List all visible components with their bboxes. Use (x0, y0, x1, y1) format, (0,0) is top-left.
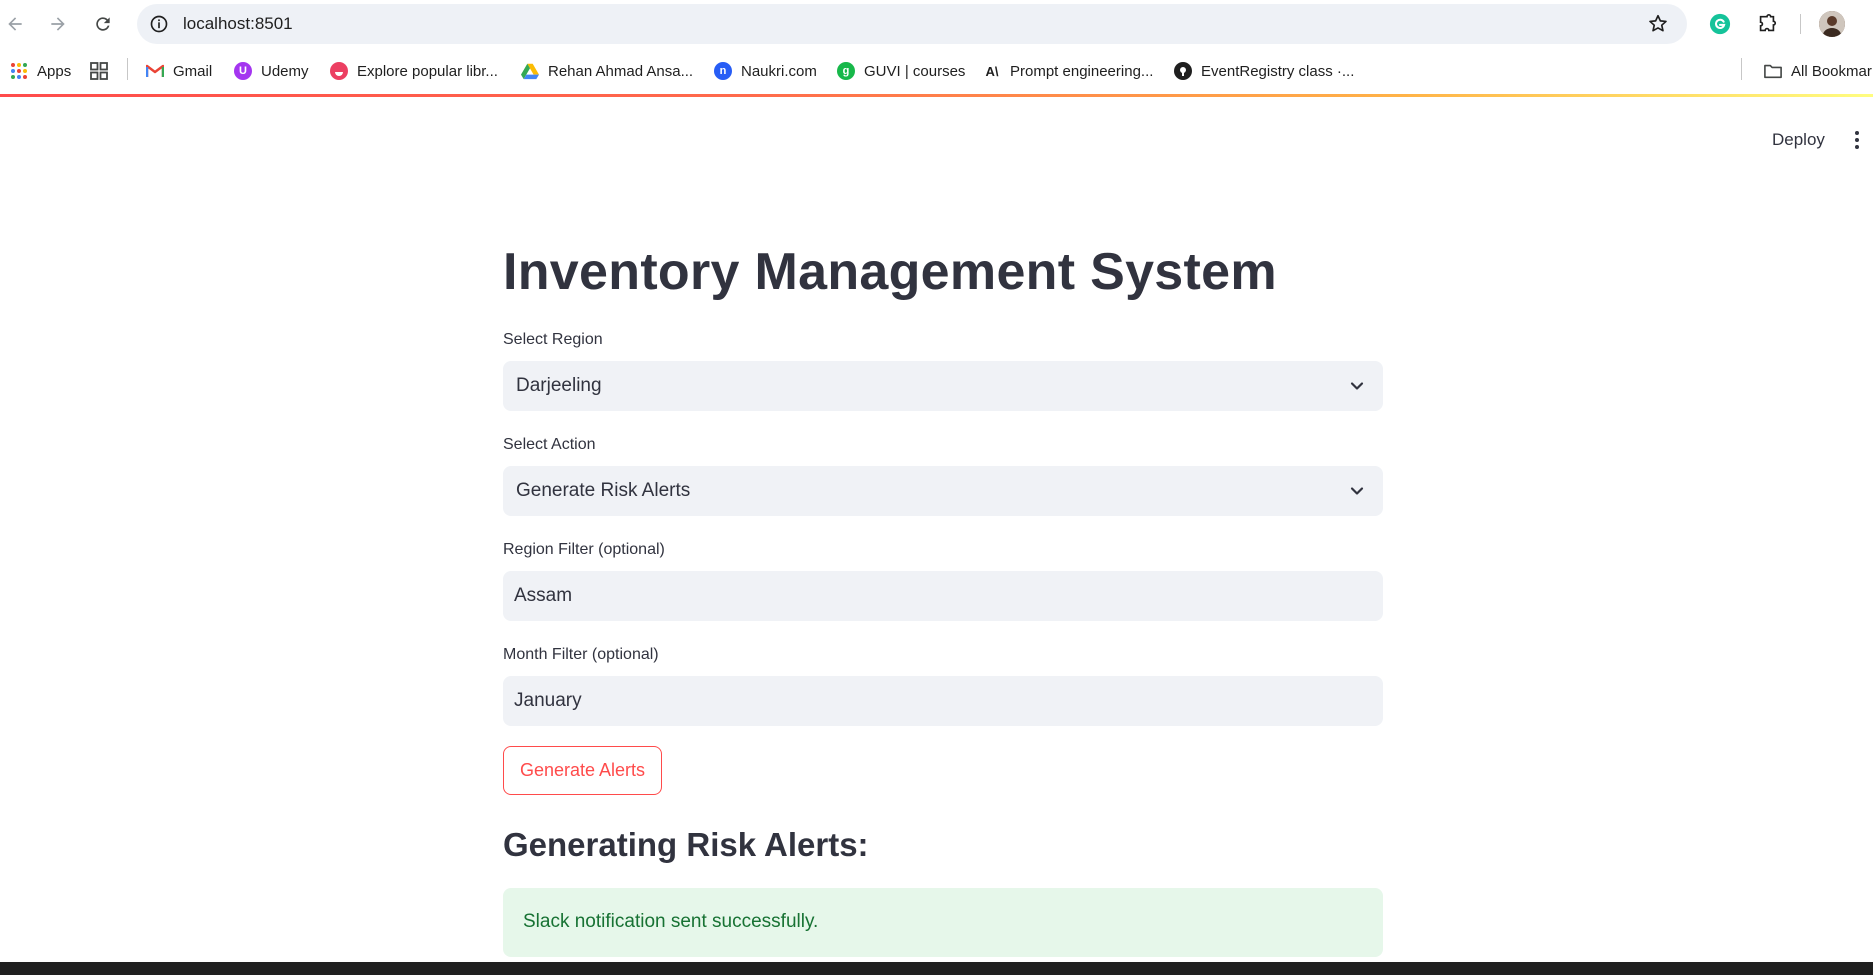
select-action-label: Select Action (503, 436, 596, 453)
region-filter-label: Region Filter (optional) (503, 541, 665, 558)
browser-toolbar: localhost:8501 (0, 0, 1873, 48)
bookmark-gmail[interactable]: Gmail (146, 60, 212, 82)
bookmark-label: EventRegistry class ·... (1201, 62, 1355, 80)
select-region-dropdown[interactable]: Darjeeling (503, 361, 1383, 411)
github-icon (1174, 62, 1192, 80)
bookmark-label: Gmail (173, 62, 213, 80)
forward-arrow-icon (51, 17, 65, 31)
generate-alerts-button[interactable]: Generate Alerts (503, 746, 662, 795)
udemy-icon: U (234, 62, 252, 80)
gmail-icon (146, 62, 164, 80)
os-taskbar (0, 962, 1873, 975)
toolbar-divider (1800, 14, 1801, 34)
bookmark-label: Prompt engineering... (1010, 62, 1154, 80)
main-menu-button[interactable] (1851, 128, 1863, 152)
bookmark-eventregistry[interactable]: EventRegistry class ·... (1174, 60, 1354, 82)
grammarly-icon (1709, 13, 1731, 35)
bookmark-divider (127, 58, 128, 80)
region-filter-input[interactable]: Assam (503, 571, 1383, 621)
bookmark-explore[interactable]: Explore popular libr... (330, 60, 498, 82)
bookmark-naukri[interactable]: n Naukri.com (714, 60, 817, 82)
all-bookmarks-button[interactable]: All Bookmar (1764, 60, 1872, 82)
select-region-label: Select Region (503, 331, 603, 348)
back-button[interactable] (1, 10, 29, 38)
bookmark-tab-groups[interactable] (90, 60, 108, 82)
region-filter-value[interactable]: Assam (514, 585, 572, 607)
all-bookmarks-label: All Bookmar (1791, 62, 1872, 80)
section-subheader: Generating Risk Alerts: (503, 826, 869, 863)
select-region-value: Darjeeling (516, 375, 602, 396)
bookmark-label: Rehan Ahmad Ansa... (548, 62, 694, 80)
bookmark-star-icon[interactable] (1647, 13, 1669, 35)
bookmark-label: Explore popular libr... (357, 62, 498, 80)
profile-avatar[interactable] (1819, 11, 1845, 37)
google-drive-icon (521, 62, 539, 80)
select-action-value: Generate Risk Alerts (516, 480, 691, 501)
puzzle-icon (1759, 14, 1777, 32)
apps-grid-icon (10, 62, 28, 80)
url-text[interactable]: localhost:8501 (183, 14, 293, 34)
site-info-icon[interactable] (149, 14, 169, 34)
kebab-dot (1855, 138, 1859, 142)
bookmark-divider (1741, 58, 1742, 80)
month-filter-label: Month Filter (optional) (503, 646, 659, 663)
month-filter-value[interactable]: January (514, 690, 582, 712)
address-bar[interactable]: localhost:8501 (137, 4, 1687, 44)
bookmark-drive[interactable]: Rehan Ahmad Ansa... (521, 60, 693, 82)
select-action-dropdown[interactable]: Generate Risk Alerts (503, 466, 1383, 516)
bookmarks-bar: Apps Gmail U Udemy Explore popular libr.… (0, 48, 1873, 92)
bookmark-label: GUVI | courses (864, 62, 966, 80)
extensions-button[interactable] (1754, 11, 1780, 37)
bookmark-guvi[interactable]: g GUVI | courses (837, 60, 965, 82)
bookmark-label: Udemy (261, 62, 309, 80)
bookmark-udemy[interactable]: U Udemy (234, 60, 309, 82)
bookmark-prompt-engineering[interactable]: A\ Prompt engineering... (983, 60, 1154, 82)
success-message: Slack notification sent successfully. (523, 911, 819, 932)
deploy-button[interactable]: Deploy (1772, 130, 1825, 150)
kebab-dot (1855, 131, 1859, 135)
bookmark-label: Apps (37, 62, 72, 80)
explore-icon (330, 62, 348, 80)
kebab-dot (1855, 145, 1859, 149)
naukri-icon: n (714, 62, 732, 80)
month-filter-input[interactable]: January (503, 676, 1383, 726)
guvi-icon: g (837, 62, 855, 80)
bookmark-apps[interactable]: Apps (10, 60, 71, 82)
reload-icon (96, 17, 110, 31)
back-arrow-icon (8, 17, 22, 31)
reload-button[interactable] (89, 10, 117, 38)
page-title: Inventory Management System (503, 243, 1277, 301)
anthropic-icon: A\ (985, 63, 999, 79)
grammarly-extension-button[interactable] (1707, 11, 1733, 37)
folder-icon (1764, 62, 1782, 80)
chevron-down-icon (1350, 487, 1364, 495)
success-alert: Slack notification sent successfully. (503, 888, 1383, 957)
avatar-icon (1819, 11, 1845, 37)
tab-groups-icon (90, 62, 108, 80)
forward-button[interactable] (44, 10, 72, 38)
chevron-down-icon (1350, 382, 1364, 390)
bookmark-label: Naukri.com (741, 62, 817, 80)
streamlit-header-decoration (0, 94, 1873, 97)
